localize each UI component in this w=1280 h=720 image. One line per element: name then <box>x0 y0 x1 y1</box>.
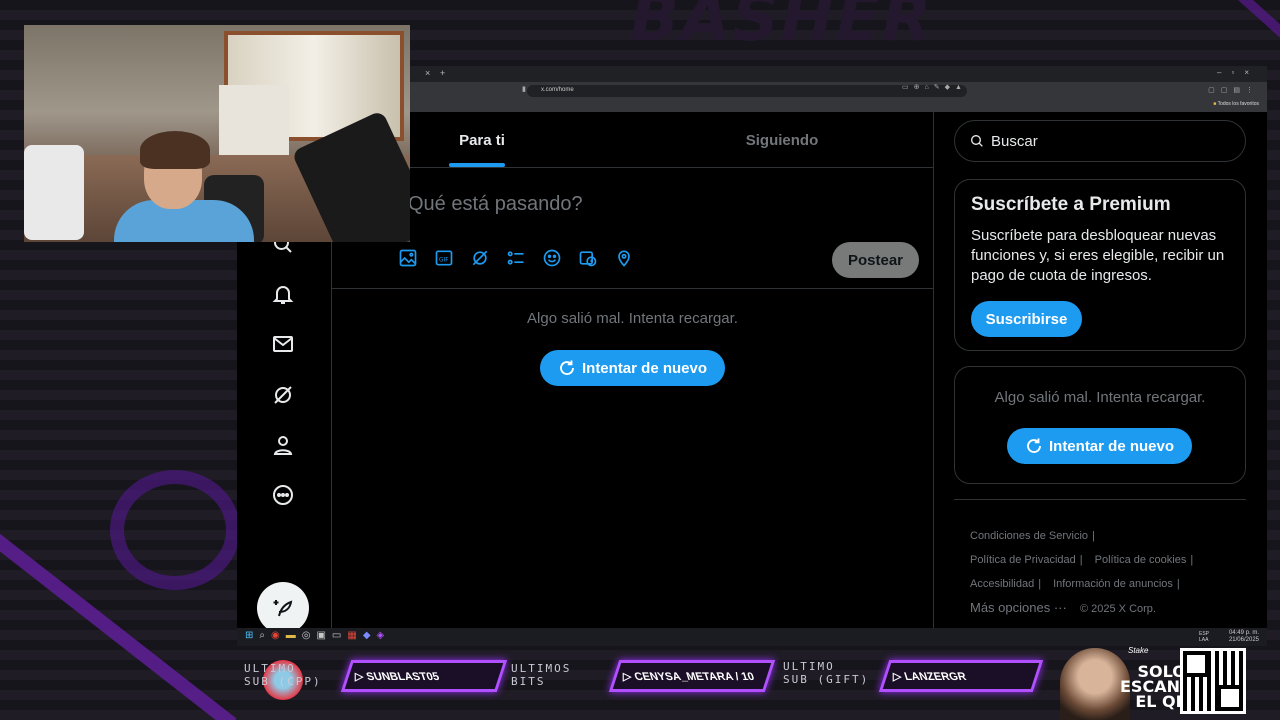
feather-plus-icon <box>273 600 293 617</box>
footer-more-options[interactable]: Más opciones ··· <box>970 596 1067 620</box>
last-sub-label: ULTIMO SUB (CPP) <box>244 662 322 688</box>
footer-link-accessibility[interactable]: Accesibilidad <box>970 572 1034 596</box>
retry-button[interactable]: Intentar de nuevo <box>1007 428 1192 464</box>
trends-card: Algo salió mal. Intenta recargar. Intent… <box>954 366 1246 484</box>
taskbar-app-icons[interactable]: ⊞⌕◉▬◎▣▭▦◆◈ <box>245 630 390 641</box>
image-icon[interactable] <box>398 248 418 268</box>
search-input[interactable]: Buscar <box>954 120 1246 162</box>
footer-link-terms[interactable]: Condiciones de Servicio <box>970 524 1088 548</box>
tray-clock[interactable]: 04:49 p. m. 21/06/2025 <box>1229 630 1259 644</box>
search-placeholder: Buscar <box>991 132 1038 150</box>
grok-icon[interactable] <box>269 381 297 409</box>
new-tab-icon[interactable]: + <box>440 68 445 78</box>
last-sub-name: ▷ SUNBLAST05 <box>340 660 508 692</box>
footer-links: Condiciones de Servicio | Política de Pri… <box>970 524 1240 621</box>
extension-icons[interactable]: ▭⊕⌂✎◆▲ <box>902 83 967 91</box>
footer-link-ads[interactable]: Información de anuncios <box>1053 572 1173 596</box>
subscribe-button[interactable]: Suscribirse <box>971 301 1082 337</box>
streamer <box>114 125 254 242</box>
composer-input[interactable]: Qué está pasando? <box>408 193 583 216</box>
tray-language[interactable]: ESP LAA <box>1199 631 1209 643</box>
overlay-decoration <box>1169 0 1280 59</box>
url-text: x.com/home <box>541 87 574 93</box>
footer-link-privacy[interactable]: Política de Privacidad <box>970 548 1076 572</box>
mail-icon[interactable] <box>269 330 297 358</box>
premium-title: Suscríbete a Premium <box>971 194 1171 215</box>
qr-code[interactable] <box>1180 648 1246 714</box>
tab-siguiendo[interactable]: Siguiendo <box>632 112 932 168</box>
composer-toolbar: GIF <box>398 248 634 268</box>
error-message: Algo salió mal. Intenta recargar. <box>994 389 1206 406</box>
windows-taskbar: ⊞⌕◉▬◎▣▭▦◆◈ ESP LAA 04:49 p. m. 21/06/2025 <box>237 628 1267 646</box>
last-bits-label: ULTIMOS BITS <box>511 662 572 688</box>
search-icon <box>971 135 983 147</box>
bookmarks-folder[interactable]: ■ Todos los favoritos <box>1213 101 1259 107</box>
active-tab-indicator <box>449 163 505 167</box>
copyright: © 2025 X Corp. <box>1079 603 1156 615</box>
stream-frame: BASHER × + –▫× ▮ x.com/home ▭⊕⌂✎◆▲ ▢▢▤⋮ … <box>0 0 1280 720</box>
emoji-icon[interactable] <box>542 248 562 268</box>
location-icon[interactable] <box>614 248 634 268</box>
last-bits-name: ▷ CENYSA_METARA / 10 <box>608 660 776 692</box>
main-timeline: Para ti Siguiendo Qué está pasando? GIF … <box>331 112 934 630</box>
cam-chair <box>24 145 84 240</box>
webcam-feed <box>24 25 410 242</box>
premium-body: Suscríbete para desbloquear nuevas funci… <box>971 227 1225 284</box>
feed-tabs: Para ti Siguiendo <box>332 112 933 168</box>
refresh-icon <box>1027 438 1041 453</box>
divider <box>332 288 933 289</box>
stake-logo: Stake <box>1128 646 1149 655</box>
last-gift-label: ULTIMO SUB (GIFT) <box>783 660 870 686</box>
svg-text:GIF: GIF <box>439 257 449 263</box>
bookmark-icon[interactable]: ▮ <box>522 85 526 93</box>
schedule-icon[interactable] <box>578 248 598 268</box>
overlay-decoration <box>110 470 240 590</box>
grok-icon[interactable] <box>470 248 490 268</box>
stream-alert-bar: ULTIMO SUB (CPP) ▷ SUNBLAST05 ULTIMOS BITS… <box>0 646 1280 720</box>
error-message: Algo salió mal. Intenta recargar. <box>527 310 738 327</box>
divider <box>954 499 1246 500</box>
overlay-logo: BASHER <box>630 0 933 56</box>
last-gift-name: ▷ LANZERGR <box>878 660 1044 692</box>
bell-icon[interactable] <box>269 280 297 308</box>
browser-toolbar-icons[interactable]: ▢▢▤⋮ <box>1208 86 1259 94</box>
profile-icon[interactable] <box>269 431 297 459</box>
poll-icon[interactable] <box>506 248 526 268</box>
url-input[interactable]: x.com/home <box>527 85 967 97</box>
refresh-icon <box>560 360 574 375</box>
tab-close-icon[interactable]: × <box>425 68 430 78</box>
more-icon[interactable] <box>269 481 297 509</box>
premium-card: Suscríbete a Premium Suscríbete para des… <box>954 179 1246 351</box>
window-controls[interactable]: –▫× <box>1217 68 1259 77</box>
footer-link-cookies[interactable]: Política de cookies <box>1095 548 1187 572</box>
compose-button[interactable] <box>257 582 309 634</box>
post-button[interactable]: Postear <box>832 242 919 278</box>
retry-button[interactable]: Intentar de nuevo <box>540 350 725 386</box>
gif-icon[interactable]: GIF <box>434 248 454 268</box>
right-sidebar: Buscar Suscríbete a Premium Suscríbete p… <box>934 112 1267 630</box>
